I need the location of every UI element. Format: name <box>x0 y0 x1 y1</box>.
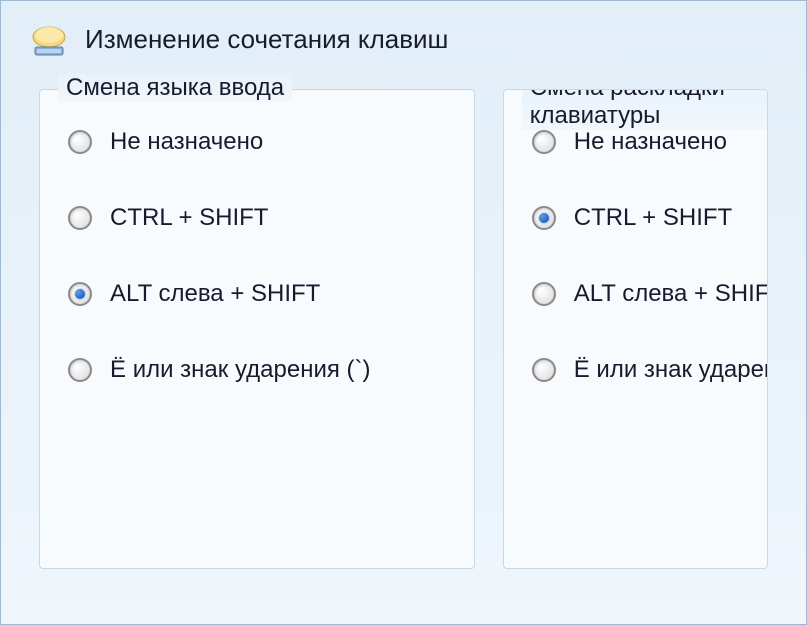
radio-option-grave-accent-2[interactable]: Ё или знак ударения (`) <box>532 356 739 384</box>
radio-list-input-language: Не назначено CTRL + SHIFT ALT слева + SH… <box>40 90 474 452</box>
keyboard-icon <box>29 19 69 59</box>
radio-option-not-assigned[interactable]: Не назначено <box>68 128 446 156</box>
radio-option-grave-accent[interactable]: Ё или знак ударения (`) <box>68 356 446 384</box>
radio-option-alt-shift[interactable]: ALT слева + SHIFT <box>68 280 446 308</box>
content-area: Смена языка ввода Не назначено CTRL + SH… <box>1 89 806 569</box>
radio-label: CTRL + SHIFT <box>110 204 268 232</box>
radio-button-icon <box>68 130 92 154</box>
radio-button-icon <box>532 358 556 382</box>
radio-button-icon <box>68 358 92 382</box>
radio-label: Ё или знак ударения (`) <box>574 356 768 384</box>
group-input-language: Смена языка ввода Не назначено CTRL + SH… <box>39 89 475 569</box>
radio-label: ALT слева + SHIFT <box>574 280 768 308</box>
group-keyboard-layout: Смена раскладки клавиатуры Не назначено … <box>503 89 768 569</box>
radio-button-icon <box>532 282 556 306</box>
radio-label: CTRL + SHIFT <box>574 204 732 232</box>
radio-option-ctrl-shift-2[interactable]: CTRL + SHIFT <box>532 204 739 232</box>
window-title: Изменение сочетания клавиш <box>85 24 448 55</box>
radio-button-icon <box>532 206 556 230</box>
radio-label: Ё или знак ударения (`) <box>110 356 371 384</box>
radio-button-icon <box>532 130 556 154</box>
radio-option-not-assigned-2[interactable]: Не назначено <box>532 128 739 156</box>
group-title-keyboard-layout: Смена раскладки клавиатуры <box>522 89 767 130</box>
radio-option-ctrl-shift[interactable]: CTRL + SHIFT <box>68 204 446 232</box>
radio-label: ALT слева + SHIFT <box>110 280 320 308</box>
radio-label: Не назначено <box>574 128 727 156</box>
group-title-input-language: Смена языка ввода <box>58 74 292 102</box>
radio-list-keyboard-layout: Не назначено CTRL + SHIFT ALT слева + SH… <box>504 90 767 452</box>
radio-button-icon <box>68 282 92 306</box>
radio-button-icon <box>68 206 92 230</box>
radio-label: Не назначено <box>110 128 263 156</box>
radio-option-alt-shift-2[interactable]: ALT слева + SHIFT <box>532 280 739 308</box>
dialog-window: Изменение сочетания клавиш Смена языка в… <box>0 0 807 625</box>
